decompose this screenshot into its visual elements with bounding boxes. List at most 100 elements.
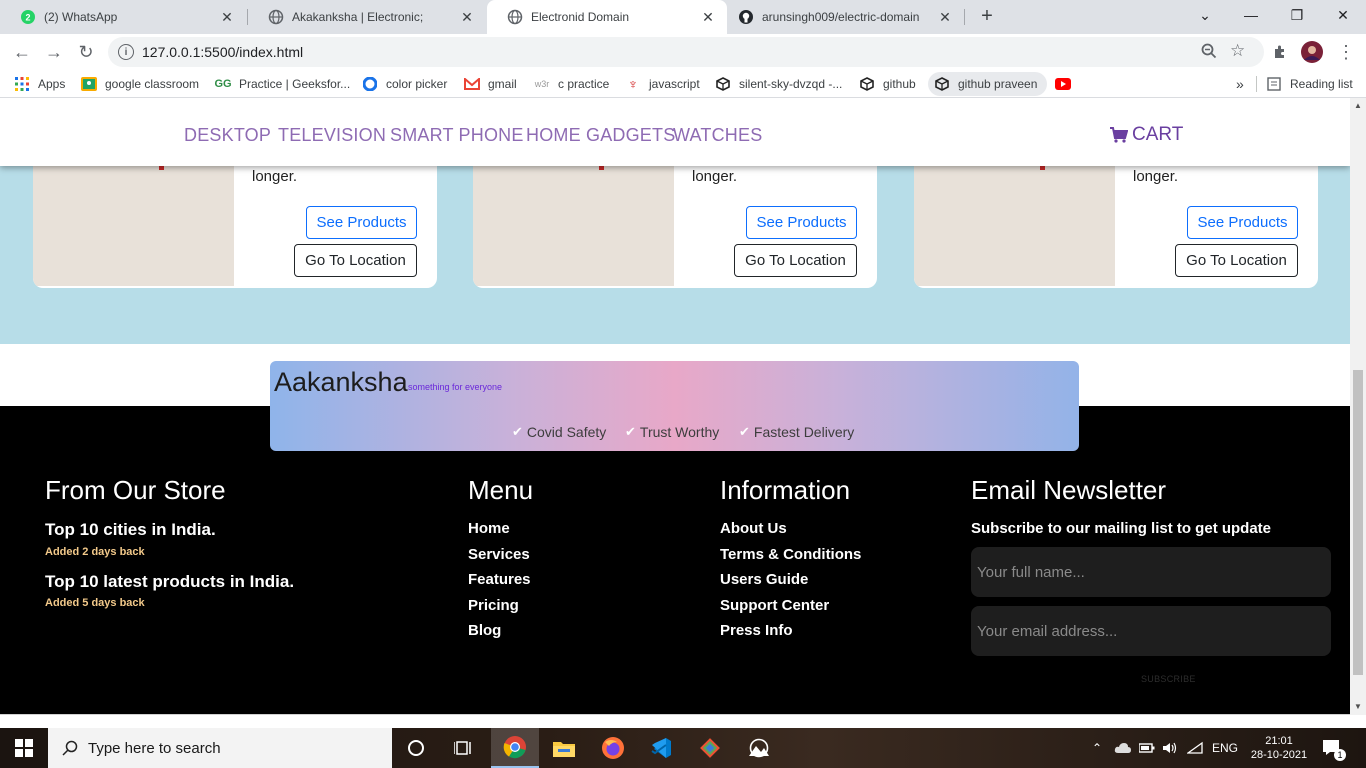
notification-count-badge: 1 [1334,749,1346,761]
tab-akakanksha[interactable]: Akakanksha | Electronic; ✕ [248,0,486,34]
feature-trust-worthy: ✔ Trust Worthy [625,424,719,440]
scroll-up-arrow-icon[interactable]: ▲ [1354,101,1362,110]
subscribe-button[interactable]: SUBSCRIBE [1141,674,1196,684]
reload-icon[interactable]: ↻ [72,38,100,66]
scrollbar-thumb[interactable] [1353,370,1363,675]
go-to-location-button[interactable]: Go To Location [294,244,417,277]
go-to-location-button[interactable]: Go To Location [734,244,857,277]
tab-search-icon[interactable]: ⌄ [1182,0,1228,30]
store-item-date: Added 2 days back [45,546,145,558]
see-products-button[interactable]: See Products [746,206,857,239]
more-menu-icon[interactable]: ⋮ [1332,38,1360,66]
vscode-icon[interactable] [637,728,685,768]
reading-list-button[interactable]: Reading list [1266,74,1353,94]
footer-link-services[interactable]: Services [468,546,530,563]
svg-text:2: 2 [25,13,30,23]
chrome-taskbar-icon[interactable] [491,728,539,768]
task-view-icon[interactable] [440,728,488,768]
bookmark-youtube[interactable] [1055,74,1079,94]
newsletter-subtitle: Subscribe to our mailing list to get upd… [971,520,1272,537]
footer-link-home[interactable]: Home [468,520,510,537]
footer-link-users-guide[interactable]: Users Guide [720,571,808,588]
tab-electronid-domain[interactable]: Electronid Domain ✕ [487,0,727,34]
bookmark-geeksforgeeks[interactable]: GG Practice | Geeksfor... [214,74,350,94]
tab-whatsapp[interactable]: 2 (2) WhatsApp ✕ [0,0,246,34]
geeksforgeeks-icon: GG [214,78,232,90]
close-window-button[interactable]: ✕ [1320,0,1366,30]
notification-center[interactable]: 1 [1322,728,1346,768]
new-tab-button[interactable]: + [976,5,998,27]
profile-avatar[interactable] [1298,38,1326,66]
email-input[interactable]: Your email address... [971,606,1331,656]
language-indicator[interactable]: ENG [1212,728,1238,768]
photos-app-icon[interactable] [735,728,783,768]
bookmark-javascript[interactable]: ♆ javascript [625,74,700,94]
volume-icon[interactable] [1162,728,1178,768]
clock[interactable]: 21:01 28-10-2021 [1248,728,1310,768]
menu-heading: Menu [468,475,534,505]
back-icon[interactable]: ← [8,38,36,66]
git-app-icon[interactable] [686,728,734,768]
footer-link-support-center[interactable]: Support Center [720,597,829,614]
page-viewport: longer. See Products Go To Location long… [0,98,1350,715]
zoom-icon[interactable] [1200,42,1218,64]
bookmark-color-picker[interactable]: color picker [362,74,447,94]
footer-link-blog[interactable]: Blog [468,622,501,639]
windows-start-button[interactable] [0,728,48,768]
nav-smart-phone[interactable]: SMART PHONE [390,125,524,146]
cortana-icon[interactable] [392,728,440,768]
taskbar-search-box[interactable]: Type here to search [48,728,392,768]
close-tab-icon[interactable]: ✕ [458,8,476,26]
bookmark-silent-sky[interactable]: silent-sky-dvzqd -... [715,74,842,94]
bookmark-google-classroom[interactable]: google classroom [81,74,199,94]
footer-link-pricing[interactable]: Pricing [468,597,519,614]
bookmark-github-praveen[interactable]: github praveen [928,72,1048,96]
wifi-icon[interactable] [1187,728,1203,768]
page-scrollbar[interactable]: ▲ ▼ [1350,98,1366,715]
close-tab-icon[interactable]: ✕ [218,8,236,26]
brand-tagline: something for everyone [408,382,503,392]
bookmark-c-practice[interactable]: w3r c practice [534,74,610,94]
battery-icon[interactable] [1139,728,1155,768]
footer-link-about-us[interactable]: About Us [720,520,787,537]
store-item-title[interactable]: Top 10 latest products in India. [45,572,294,592]
footer-link-press-info[interactable]: Press Info [720,622,793,639]
store-item-title[interactable]: Top 10 cities in India. [45,520,216,540]
footer-link-terms[interactable]: Terms & Conditions [720,546,861,563]
see-products-button[interactable]: See Products [1187,206,1298,239]
minimize-button[interactable]: — [1228,0,1274,30]
close-tab-icon[interactable]: ✕ [699,8,717,26]
show-hidden-icons[interactable]: ⌃ [1092,728,1102,768]
restore-button[interactable]: ❐ [1274,0,1320,30]
go-to-location-button[interactable]: Go To Location [1175,244,1298,277]
address-bar[interactable]: i 127.0.0.1:5500/index.html ☆ [108,37,1264,67]
cart-link[interactable]: CART [1110,124,1183,146]
globe-icon [507,9,523,25]
tab-title: arunsingh009/electric-domain [762,10,920,24]
site-info-icon[interactable]: i [118,44,134,60]
close-tab-icon[interactable]: ✕ [936,8,954,26]
cloud-network-icon[interactable] [1114,728,1132,768]
forward-icon[interactable]: → [40,38,68,66]
bookmark-label: gmail [488,77,517,91]
extensions-icon[interactable] [1266,38,1294,66]
firefox-icon[interactable] [589,728,637,768]
tab-github[interactable]: arunsingh009/electric-domain ✕ [728,0,964,34]
nav-home-gadgets[interactable]: HOME GADGETS [526,125,675,146]
bookmark-apps[interactable]: Apps [14,74,65,94]
bookmark-github[interactable]: github [859,74,916,94]
bookmark-star-icon[interactable]: ☆ [1230,41,1245,61]
see-products-button[interactable]: See Products [306,206,417,239]
nav-television[interactable]: TELEVISION [278,125,386,146]
nav-desktop[interactable]: DESKTOP [184,125,271,146]
whatsapp-icon: 2 [20,9,36,25]
bookmarks-overflow-icon[interactable]: » [1236,74,1244,94]
footer-link-features[interactable]: Features [468,571,531,588]
apps-grid-icon [14,76,30,92]
reading-list-icon [1266,76,1282,92]
nav-watches[interactable]: WATCHES [673,125,762,146]
file-explorer-icon[interactable] [540,728,588,768]
scroll-down-arrow-icon[interactable]: ▼ [1354,702,1362,711]
full-name-input[interactable]: Your full name... [971,547,1331,597]
bookmark-gmail[interactable]: gmail [464,74,517,94]
